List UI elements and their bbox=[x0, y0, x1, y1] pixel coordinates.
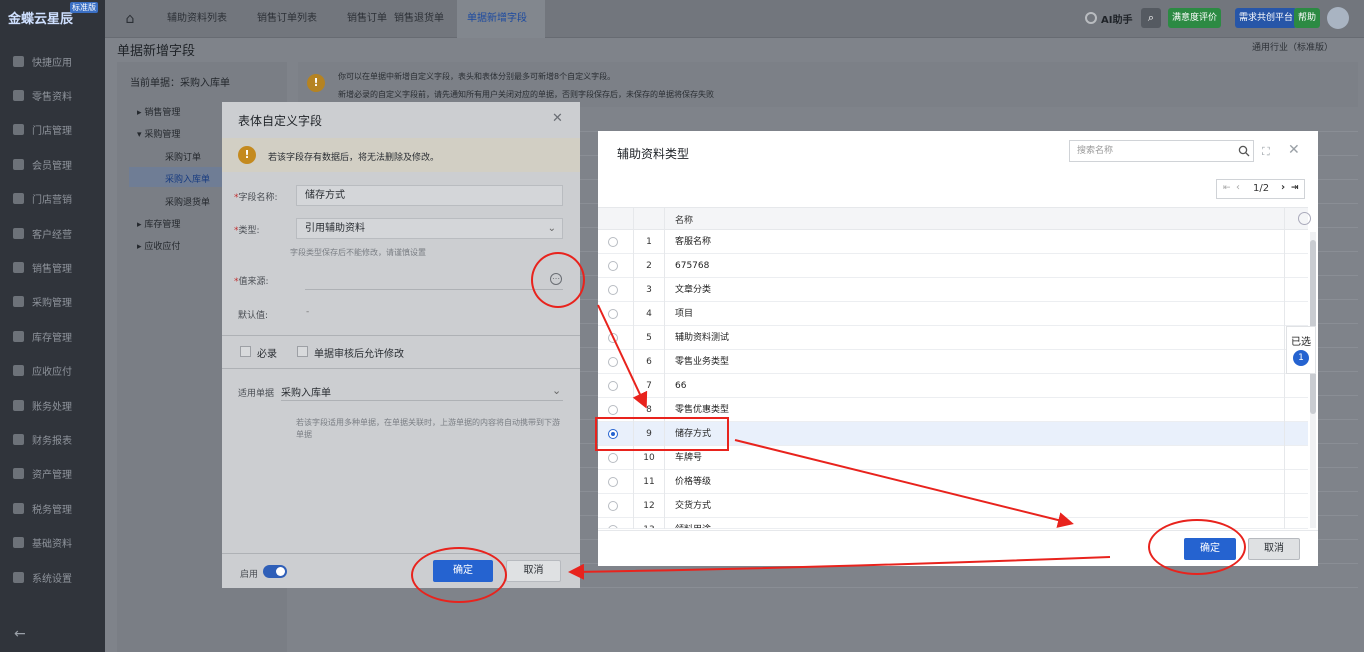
annotation-arrows bbox=[568, 304, 1111, 580]
